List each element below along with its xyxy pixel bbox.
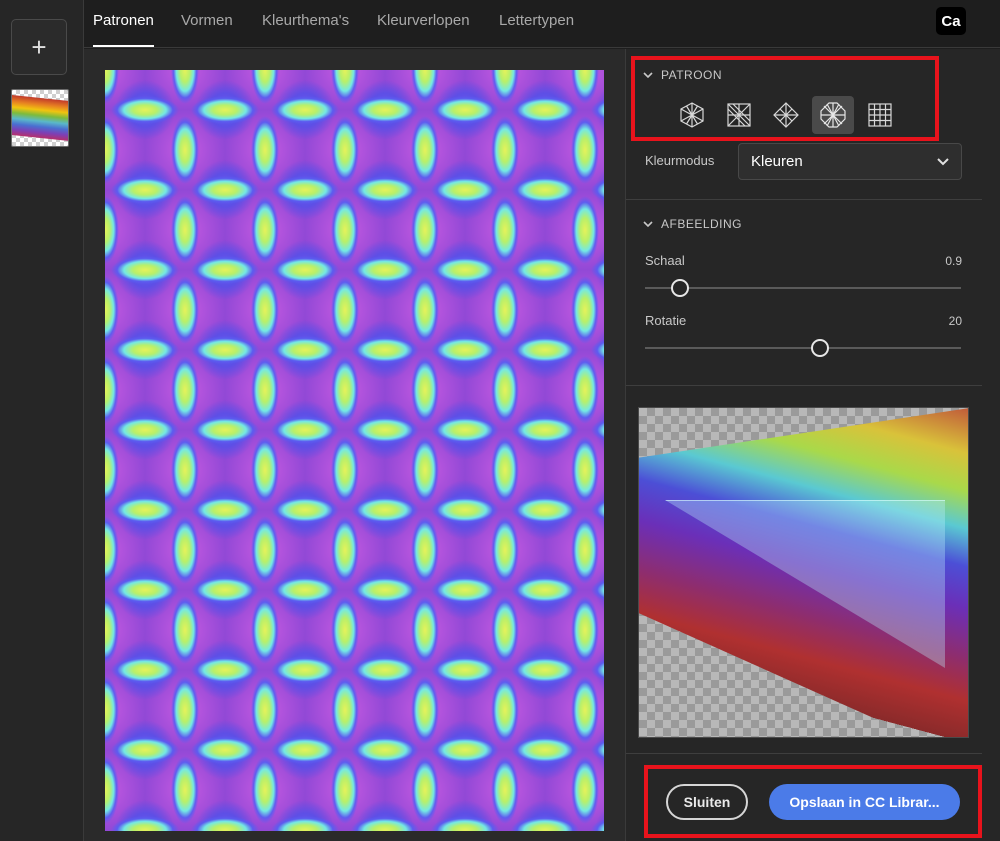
active-tab-indicator	[93, 45, 154, 47]
color-mode-dropdown[interactable]: Kleuren	[738, 143, 962, 180]
section-divider	[626, 385, 982, 386]
image-section-title: AFBEELDING	[661, 217, 743, 231]
scale-slider-handle[interactable]	[670, 279, 689, 297]
chevron-down-icon	[643, 221, 653, 228]
color-mode-value: Kleuren	[751, 153, 803, 170]
save-to-library-button[interactable]: Opslaan in CC Librar...	[769, 784, 960, 820]
tab-lettertypen[interactable]: Lettertypen	[499, 12, 574, 29]
properties-panel: PATROON Kleurmodus Kleuren AFBEELDING Sc…	[625, 49, 1000, 841]
scale-slider[interactable]	[645, 279, 961, 297]
chevron-down-icon	[937, 157, 949, 165]
close-button[interactable]: Sluiten	[666, 784, 748, 820]
rotation-value: 20	[948, 314, 962, 328]
rotation-slider[interactable]	[645, 339, 961, 357]
scale-value: 0.9	[945, 254, 962, 268]
scale-label: Schaal	[645, 253, 685, 268]
rotation-label: Rotatie	[645, 313, 687, 328]
tab-vormen[interactable]: Vormen	[181, 12, 233, 29]
rotation-slider-handle[interactable]	[811, 339, 830, 357]
image-section-header[interactable]: AFBEELDING	[643, 217, 742, 231]
source-image-preview[interactable]	[638, 407, 969, 738]
pattern-highlight-annotation	[631, 56, 939, 141]
capture-app-logo: Ca	[936, 7, 966, 35]
pattern-preview-canvas	[105, 70, 604, 831]
thumbnail-rainbow-image	[12, 94, 68, 142]
source-image-thumbnail[interactable]	[11, 89, 69, 147]
canvas-area	[84, 49, 625, 841]
tab-kleurverlopen[interactable]: Kleurverlopen	[377, 12, 470, 29]
section-divider	[626, 753, 982, 754]
color-mode-label: Kleurmodus	[645, 153, 715, 168]
add-image-button[interactable]: +	[11, 19, 67, 75]
tab-patronen[interactable]: Patronen	[93, 12, 154, 29]
section-divider	[626, 199, 982, 200]
left-rail: +	[0, 0, 84, 841]
tab-kleurthemas[interactable]: Kleurthema's	[262, 12, 349, 29]
top-tab-bar: Patronen Vormen Kleurthema's Kleurverlop…	[84, 0, 1000, 48]
